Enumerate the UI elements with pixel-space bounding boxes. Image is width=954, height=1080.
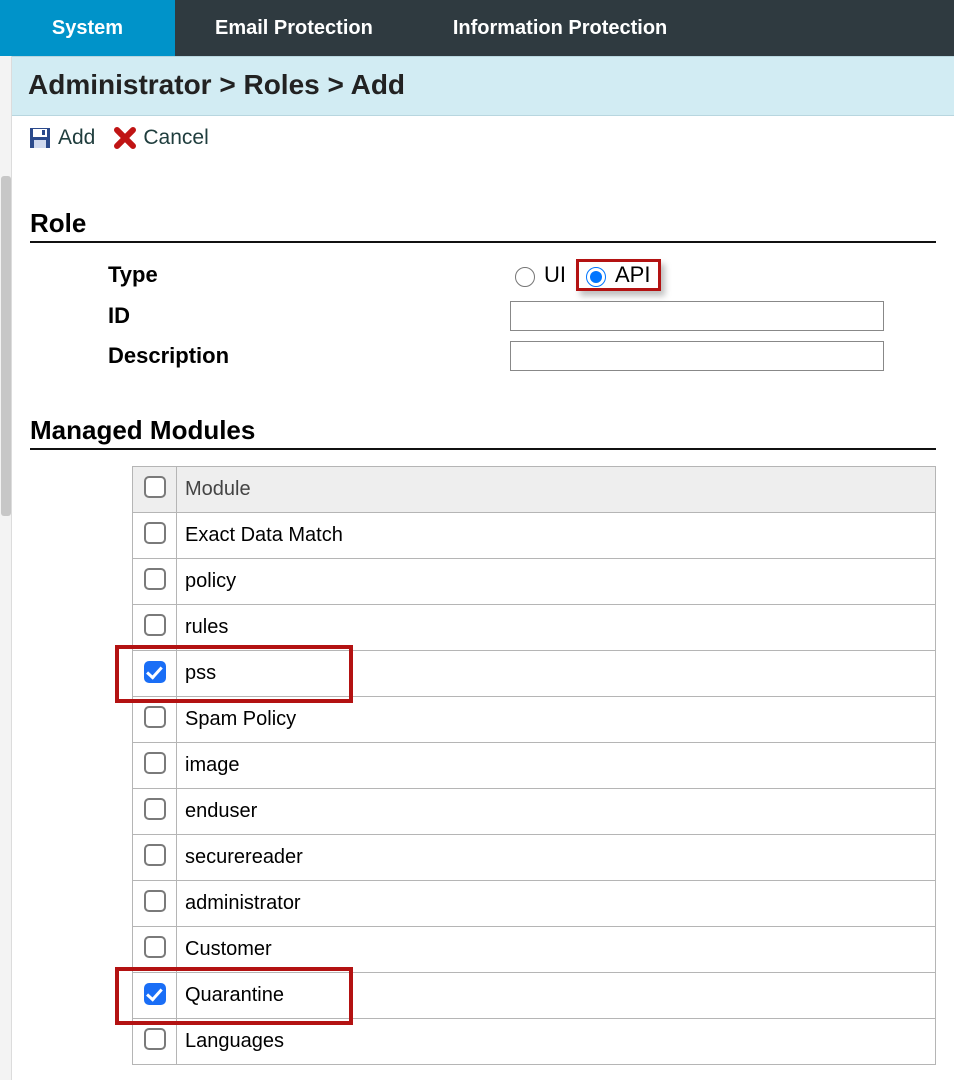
module-name: enduser [177, 789, 936, 835]
managed-modules-title: Managed Modules [30, 415, 936, 450]
save-icon [28, 126, 52, 150]
table-row: Quarantine [133, 973, 936, 1019]
type-radio-ui[interactable]: UI [510, 262, 566, 288]
id-input[interactable] [510, 301, 884, 331]
table-row: administrator [133, 881, 936, 927]
tab-system[interactable]: System [0, 0, 175, 56]
module-name: Quarantine [177, 973, 936, 1019]
module-checkbox[interactable] [144, 1028, 166, 1050]
module-name: Languages [177, 1019, 936, 1065]
table-row: Customer [133, 927, 936, 973]
table-row: pss [133, 651, 936, 697]
description-input[interactable] [510, 341, 884, 371]
module-name: securereader [177, 835, 936, 881]
table-row: Exact Data Match [133, 513, 936, 559]
tab-information-protection[interactable]: Information Protection [413, 0, 707, 56]
module-checkbox[interactable] [144, 752, 166, 774]
module-name: pss [177, 651, 936, 697]
action-bar: Add Cancel [12, 116, 954, 162]
module-checkbox[interactable] [144, 798, 166, 820]
modules-table-wrap: Module Exact Data MatchpolicyrulespssSpa… [132, 466, 936, 1065]
type-radio-api[interactable]: API [581, 262, 650, 288]
module-name: Spam Policy [177, 697, 936, 743]
breadcrumb: Administrator > Roles > Add [28, 69, 405, 100]
module-name: image [177, 743, 936, 789]
table-row: enduser [133, 789, 936, 835]
module-name: rules [177, 605, 936, 651]
module-checkbox[interactable] [144, 568, 166, 590]
type-radio-ui-input[interactable] [515, 267, 535, 287]
id-label: ID [30, 303, 510, 329]
module-checkbox[interactable] [144, 844, 166, 866]
add-button-label: Add [58, 126, 95, 150]
module-name: policy [177, 559, 936, 605]
type-radio-api-input[interactable] [586, 267, 606, 287]
table-row: securereader [133, 835, 936, 881]
modules-table: Module Exact Data MatchpolicyrulespssSpa… [132, 466, 936, 1065]
left-scrollbar[interactable] [0, 56, 12, 1080]
role-section-title: Role [30, 208, 936, 243]
module-checkbox[interactable] [144, 614, 166, 636]
add-button[interactable]: Add [28, 126, 95, 150]
tab-email-protection[interactable]: Email Protection [175, 0, 413, 56]
top-tabs: System Email Protection Information Prot… [0, 0, 954, 56]
cancel-button-label: Cancel [143, 126, 208, 150]
cancel-button[interactable]: Cancel [113, 126, 208, 150]
type-radio-api-label: API [615, 262, 650, 288]
type-radio-ui-label: UI [544, 262, 566, 288]
table-row: policy [133, 559, 936, 605]
breadcrumb-bar: Administrator > Roles > Add [12, 56, 954, 116]
scrollbar-thumb[interactable] [1, 176, 11, 516]
type-label: Type [30, 262, 510, 288]
table-row: Spam Policy [133, 697, 936, 743]
description-label: Description [30, 343, 510, 369]
module-name: administrator [177, 881, 936, 927]
module-checkbox[interactable] [144, 890, 166, 912]
type-radio-group: UI API [510, 259, 936, 291]
table-row: image [133, 743, 936, 789]
module-name: Exact Data Match [177, 513, 936, 559]
select-all-checkbox[interactable] [144, 476, 166, 498]
close-icon [113, 126, 137, 150]
module-checkbox[interactable] [144, 522, 166, 544]
module-checkbox[interactable] [144, 661, 166, 683]
modules-table-header: Module [177, 467, 936, 513]
module-checkbox[interactable] [144, 983, 166, 1005]
module-name: Customer [177, 927, 936, 973]
module-checkbox[interactable] [144, 936, 166, 958]
module-checkbox[interactable] [144, 706, 166, 728]
table-row: Languages [133, 1019, 936, 1065]
table-row: rules [133, 605, 936, 651]
type-radio-api-highlight: API [576, 259, 661, 291]
